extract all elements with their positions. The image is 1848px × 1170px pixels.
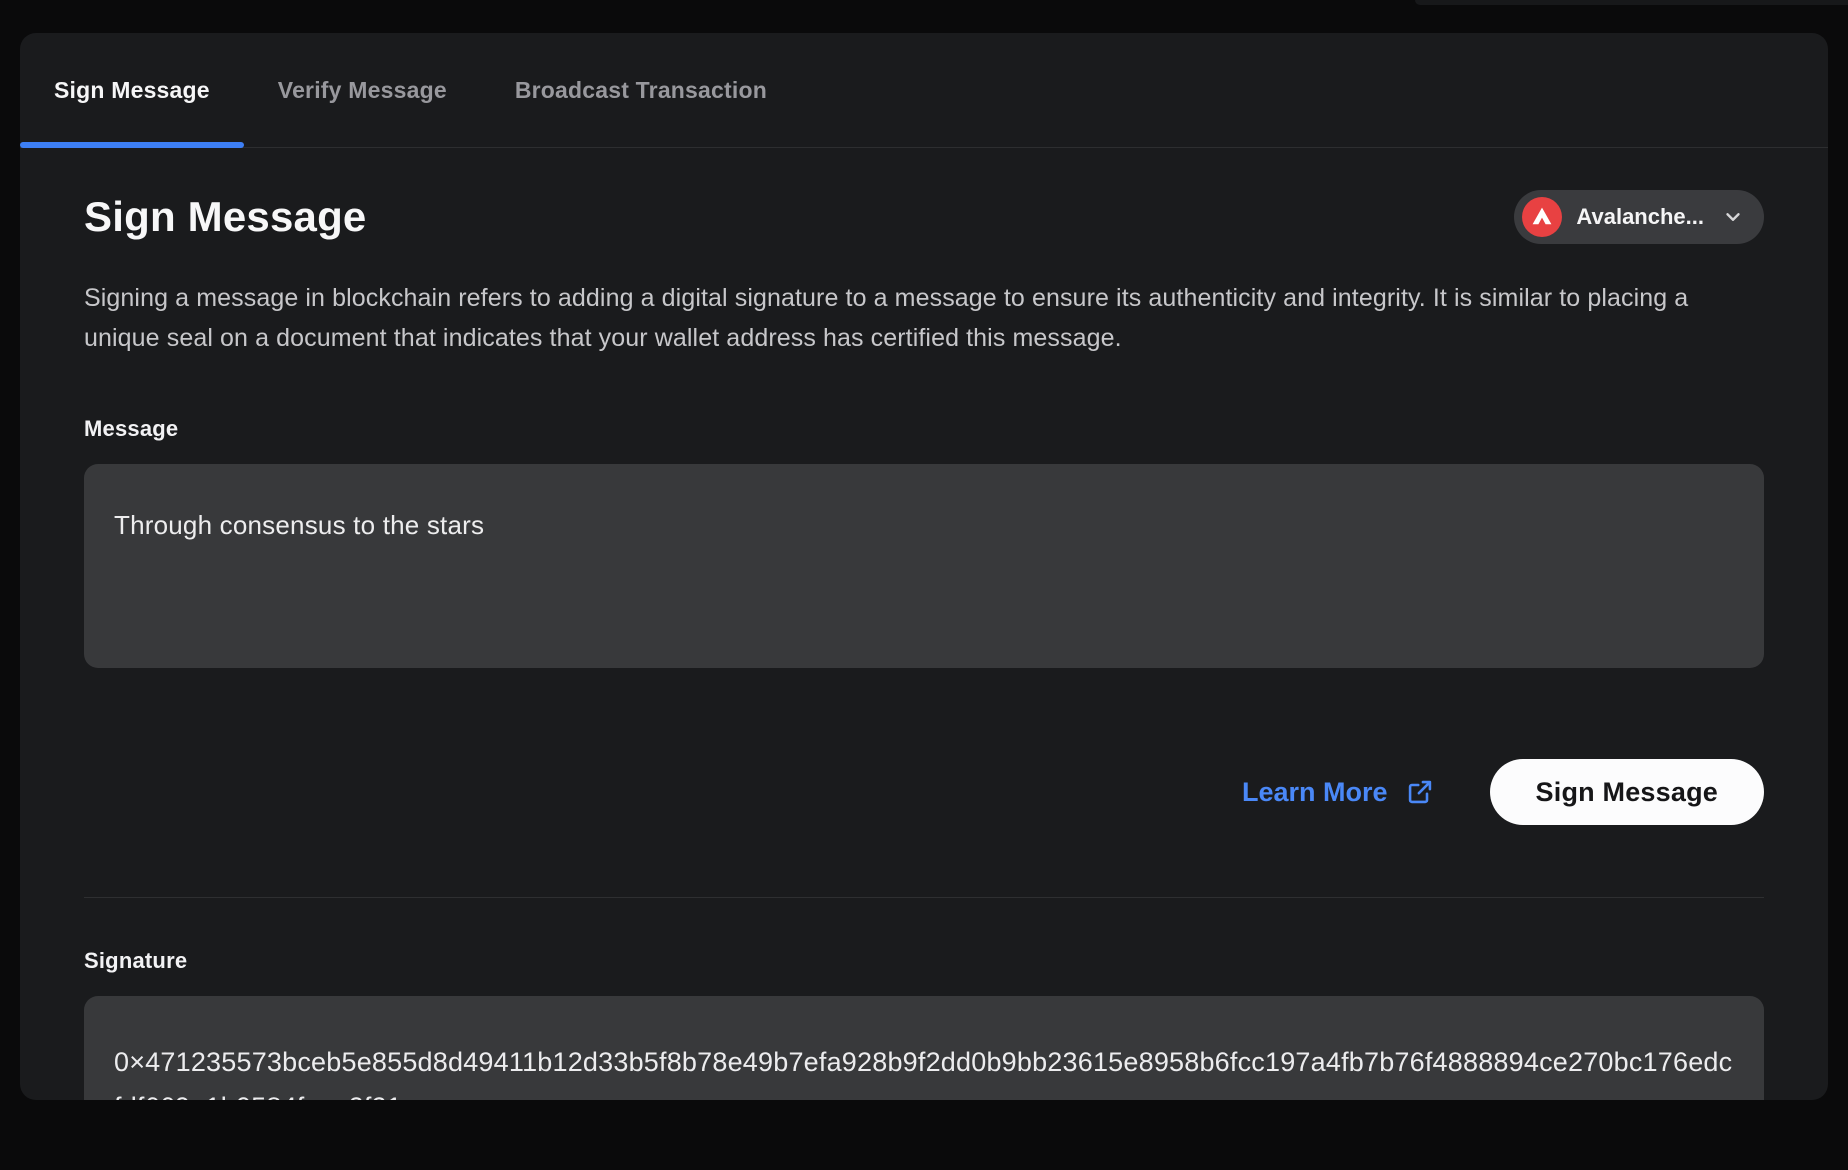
main-content: Sign Message Avalanche... Signing a mess… xyxy=(20,190,1828,1100)
chevron-down-icon xyxy=(1722,206,1744,228)
external-link-icon xyxy=(1406,778,1434,806)
section-divider xyxy=(84,897,1764,898)
tool-description: Signing a message in blockchain refers t… xyxy=(84,278,1764,358)
page-title: Sign Message xyxy=(84,193,367,241)
offscreen-bar-edge xyxy=(1415,0,1848,5)
avalanche-icon xyxy=(1522,197,1562,237)
sign-message-card: Sign Message Verify Message Broadcast Tr… xyxy=(20,33,1828,1100)
tab-verify-message[interactable]: Verify Message xyxy=(244,33,481,147)
sign-message-button[interactable]: Sign Message xyxy=(1490,759,1764,825)
learn-more-label: Learn More xyxy=(1242,777,1388,808)
signature-field-label: Signature xyxy=(84,948,1764,974)
network-selector-label: Avalanche... xyxy=(1576,204,1704,230)
tab-sign-message[interactable]: Sign Message xyxy=(20,33,244,147)
tool-tabs: Sign Message Verify Message Broadcast Tr… xyxy=(20,33,1828,148)
learn-more-link[interactable]: Learn More xyxy=(1242,777,1434,808)
tab-broadcast-transaction[interactable]: Broadcast Transaction xyxy=(481,33,801,147)
message-input[interactable]: Through consensus to the stars xyxy=(84,464,1764,668)
message-field-label: Message xyxy=(84,416,1764,442)
signature-output: 0×471235573bceb5e855d8d49411b12d33b5f8b7… xyxy=(84,996,1764,1100)
network-selector[interactable]: Avalanche... xyxy=(1514,190,1764,244)
